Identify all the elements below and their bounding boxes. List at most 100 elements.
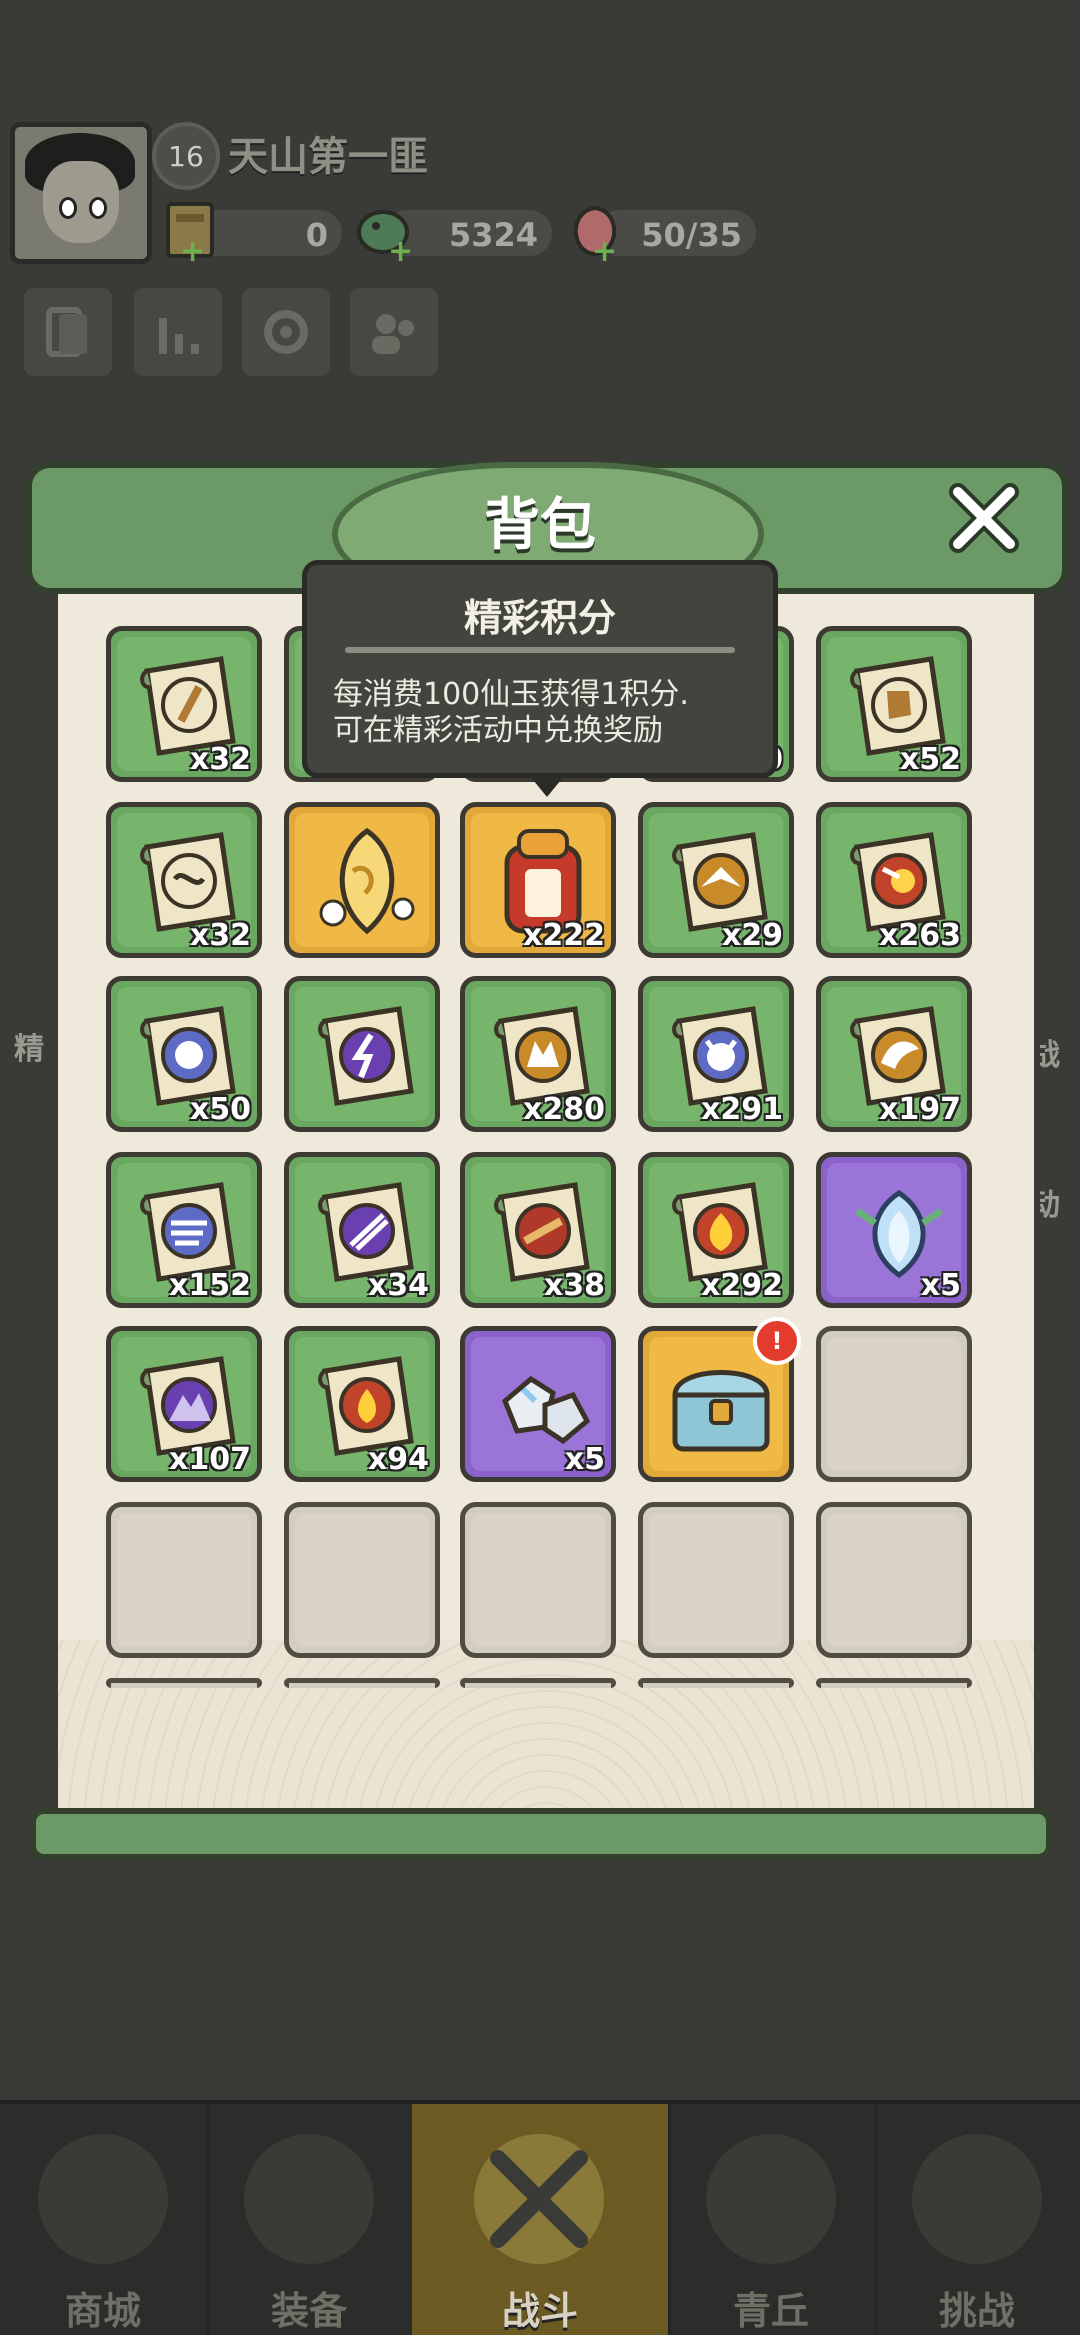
slot-background bbox=[295, 1513, 429, 1647]
player-name: 天山第一匪 bbox=[228, 134, 428, 180]
inventory-slot[interactable]: x32 bbox=[106, 802, 262, 958]
empty-slot bbox=[106, 1502, 262, 1658]
nav-tab-battle[interactable]: 战斗 bbox=[412, 2104, 671, 2335]
add-stamina-button[interactable]: + bbox=[592, 234, 617, 269]
item-quantity: x291 bbox=[701, 1092, 783, 1127]
inventory-slot[interactable] bbox=[284, 976, 440, 1132]
resource-jade-value: 5324 bbox=[448, 216, 538, 254]
resource-stamina[interactable]: 50/35 bbox=[573, 205, 756, 256]
tooltip-description-line1: 每消费100仙玉获得1积分. bbox=[333, 677, 689, 712]
crossed-swords-icon bbox=[474, 2134, 604, 2264]
inventory-slot[interactable] bbox=[284, 802, 440, 958]
inventory-slot[interactable]: x38 bbox=[460, 1152, 616, 1308]
cards-icon bbox=[46, 307, 87, 357]
add-jade-button[interactable]: + bbox=[388, 234, 413, 269]
slot-background bbox=[117, 1513, 251, 1647]
close-icon bbox=[949, 483, 1019, 553]
empty-slot bbox=[816, 1326, 972, 1482]
nav-tab-shop[interactable]: 商城 bbox=[0, 2104, 209, 2335]
player-level-badge: 16 bbox=[152, 122, 220, 190]
new-item-alert-icon: ! bbox=[753, 1317, 801, 1365]
item-tooltip: 精彩积分 每消费100仙玉获得1积分. 可在精彩活动中兑换奖励 bbox=[302, 560, 778, 797]
inventory-slot[interactable]: x292 bbox=[638, 1152, 794, 1308]
inventory-slot[interactable]: ! bbox=[638, 1317, 801, 1482]
inventory-slot[interactable]: x94 bbox=[284, 1326, 440, 1482]
cards-button[interactable] bbox=[24, 288, 112, 376]
shop-icon bbox=[38, 2134, 168, 2264]
item-quantity: x29 bbox=[721, 918, 783, 953]
empty-slot bbox=[460, 1502, 616, 1658]
item-quantity: x32 bbox=[189, 742, 251, 777]
bar-chart-icon bbox=[159, 318, 199, 354]
inventory-slot[interactable]: x280 bbox=[460, 976, 616, 1132]
item-quantity: x292 bbox=[701, 1268, 783, 1303]
slot-background bbox=[471, 1513, 605, 1647]
ranking-button[interactable] bbox=[134, 288, 222, 376]
inventory-slot[interactable]: x291 bbox=[638, 976, 794, 1132]
resource-ticket-value: 0 bbox=[305, 216, 328, 254]
gear-icon bbox=[264, 310, 308, 354]
nav-tab-shop-label: 商城 bbox=[64, 2289, 141, 2333]
item-quantity: x38 bbox=[543, 1268, 605, 1303]
nav-tab-equipment[interactable]: 装备 bbox=[206, 2104, 415, 2335]
tooltip-pointer bbox=[529, 775, 565, 797]
item-quantity: x94 bbox=[367, 1442, 429, 1477]
item-quantity: x5 bbox=[564, 1442, 605, 1477]
nav-tab-equipment-label: 装备 bbox=[270, 2289, 347, 2333]
add-ticket-button[interactable]: + bbox=[180, 234, 205, 269]
item-quantity: x152 bbox=[169, 1268, 251, 1303]
item-quantity: x263 bbox=[879, 918, 961, 953]
panel-pattern bbox=[52, 1640, 1040, 1815]
inventory-slot[interactable]: x32 bbox=[106, 626, 262, 782]
item-quantity: x197 bbox=[879, 1092, 961, 1127]
panel-footer-roll bbox=[30, 1808, 1052, 1860]
inventory-slot[interactable]: x5 bbox=[816, 1152, 972, 1308]
friends-button[interactable] bbox=[350, 288, 438, 376]
bottom-nav: 商城 装备 战斗 青丘 挑战 bbox=[0, 2100, 1080, 2335]
tooltip-title: 精彩积分 bbox=[463, 596, 616, 640]
slot-background bbox=[827, 1337, 961, 1471]
inventory-slot[interactable]: x29 bbox=[638, 802, 794, 958]
item-quantity: x50 bbox=[189, 1092, 251, 1127]
empty-slot bbox=[284, 1502, 440, 1658]
empty-slot bbox=[638, 1502, 794, 1658]
treasure-chest-icon bbox=[661, 1345, 781, 1465]
tooltip-description-line2: 可在精彩活动中兑换奖励 bbox=[333, 713, 663, 748]
inventory-slot[interactable]: x52 bbox=[816, 626, 972, 782]
item-quantity: x32 bbox=[189, 918, 251, 953]
challenge-icon bbox=[912, 2134, 1042, 2264]
nav-tab-challenge[interactable]: 挑战 bbox=[874, 2104, 1080, 2335]
inventory-slot[interactable]: x263 bbox=[816, 802, 972, 958]
inventory-slot[interactable]: x197 bbox=[816, 976, 972, 1132]
top-hud: 16 天山第一匪 0 + 5324 + 50/35 + bbox=[0, 0, 1080, 420]
player-avatar[interactable] bbox=[10, 122, 152, 264]
golden-jade-icon bbox=[307, 821, 427, 941]
lightning-skill-icon bbox=[307, 995, 427, 1115]
tooltip-description: 每消费100仙玉获得1积分. 可在精彩活动中兑换奖励 bbox=[333, 677, 763, 749]
inventory-slot[interactable]: x222 bbox=[460, 802, 616, 958]
nav-tab-battle-label: 战斗 bbox=[501, 2289, 578, 2333]
inventory-slot[interactable]: x152 bbox=[106, 1152, 262, 1308]
tooltip-divider bbox=[345, 647, 735, 653]
item-quantity: x222 bbox=[523, 918, 605, 953]
resource-ticket[interactable]: 0 bbox=[166, 202, 342, 258]
item-quantity: x5 bbox=[920, 1268, 961, 1303]
item-quantity: x52 bbox=[899, 742, 961, 777]
resource-stamina-value: 50/35 bbox=[641, 216, 742, 254]
side-label-left: 精 bbox=[14, 1032, 44, 1067]
item-quantity: x34 bbox=[367, 1268, 429, 1303]
inventory-slot[interactable]: x107 bbox=[106, 1326, 262, 1482]
close-button[interactable] bbox=[944, 478, 1024, 558]
slot-background bbox=[649, 1513, 783, 1647]
mountain-icon bbox=[706, 2134, 836, 2264]
slot-background bbox=[827, 1513, 961, 1647]
inventory-slot[interactable]: x5 bbox=[460, 1326, 616, 1482]
nav-tab-qingqiu-label: 青丘 bbox=[732, 2289, 809, 2333]
inventory-slot[interactable]: x50 bbox=[106, 976, 262, 1132]
armor-icon bbox=[244, 2134, 374, 2264]
inventory-slot[interactable]: x34 bbox=[284, 1152, 440, 1308]
nav-tab-qingqiu[interactable]: 青丘 bbox=[668, 2104, 877, 2335]
panel-title: 背包 bbox=[484, 493, 596, 558]
settings-button[interactable] bbox=[242, 288, 330, 376]
friends-icon bbox=[372, 314, 414, 354]
